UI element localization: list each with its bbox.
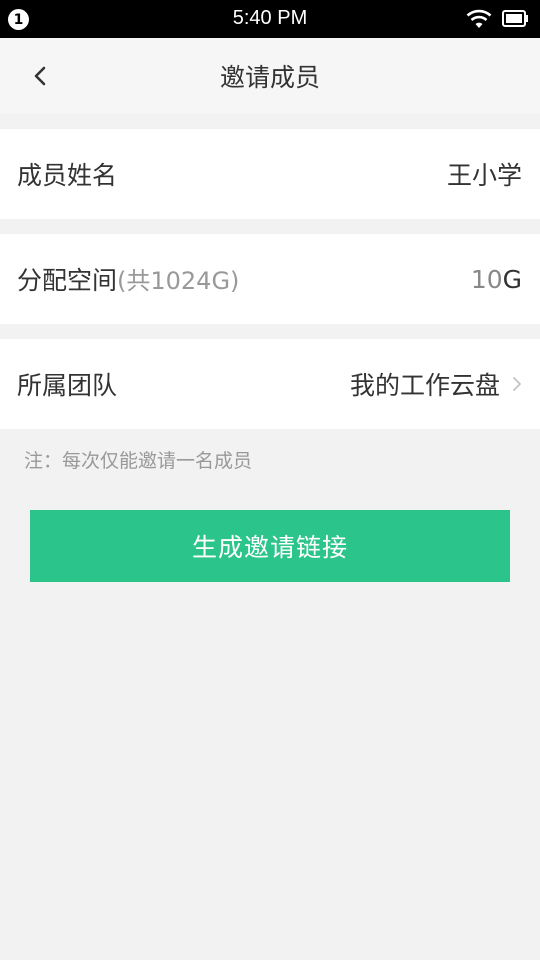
space-value-unit: G <box>502 264 522 294</box>
invite-note: 注：每次仅能邀请一名成员 <box>24 450 253 472</box>
space-value-number: 10 <box>470 264 503 294</box>
team-label: 所属团队 <box>17 371 118 400</box>
generate-invite-link-button[interactable]: 生成邀请链接 <box>30 510 510 582</box>
chevron-right-icon <box>513 377 521 391</box>
member-name-label: 成员姓名 <box>17 161 118 190</box>
member-name-value[interactable]: 王小学 <box>447 156 522 192</box>
space-row[interactable]: 分配空间(共1024G) 10 G <box>0 234 540 324</box>
wifi-icon <box>466 9 492 28</box>
status-time: 5:40 PM <box>232 7 308 29</box>
nav-bar: 邀请成员 <box>0 38 540 114</box>
page-title: 邀请成员 <box>219 63 320 92</box>
member-name-row[interactable]: 成员姓名 王小学 <box>0 129 540 219</box>
status-bar: 1 5:40 PM <box>0 0 540 38</box>
team-value: 我的工作云盘 <box>349 371 500 400</box>
space-label: 分配空间 <box>17 266 118 295</box>
battery-icon <box>502 10 528 27</box>
space-value[interactable]: 10 G <box>471 265 522 294</box>
team-value-group[interactable]: 我的工作云盘 <box>350 366 522 402</box>
space-label-group: 分配空间(共1024G) <box>17 261 239 297</box>
team-row[interactable]: 所属团队 我的工作云盘 <box>0 339 540 429</box>
space-total-hint: (共1024G) <box>117 267 240 295</box>
